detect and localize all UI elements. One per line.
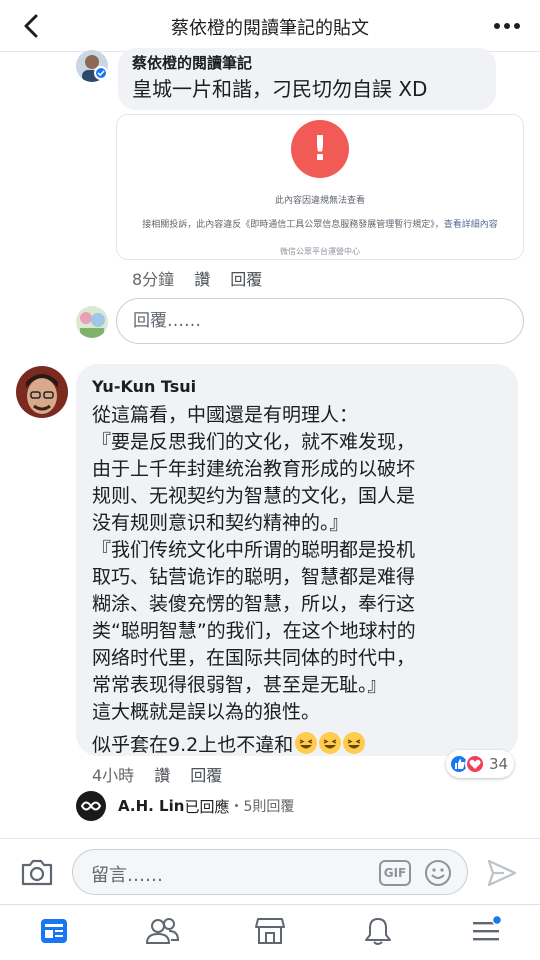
comment-line: 没有规则意识和契约精神的。』 <box>92 512 349 534</box>
verified-badge-icon <box>94 66 108 80</box>
comment-line: 网络时代里，在国际共同体的时代中， <box>92 647 416 669</box>
reply-input[interactable]: 回覆…… <box>116 298 524 344</box>
bottom-nav <box>0 904 540 960</box>
reply-button[interactable]: 回覆 <box>230 266 262 290</box>
comment-line: 這大概就是誤以為的狼性。 <box>92 701 321 723</box>
replied-label: 已回應 <box>184 797 230 816</box>
comment-line: 『要是反思我们的文化，就不难发现， <box>92 431 416 453</box>
comment-meta: 4小時 讚 回覆 <box>92 762 222 786</box>
comment-composer: 留言…… GIF <box>0 838 540 904</box>
nav-friends[interactable] <box>108 905 216 960</box>
camera-icon[interactable] <box>20 857 54 887</box>
laughing-emoji-icon <box>319 732 342 754</box>
notifications-icon <box>365 918 391 945</box>
nav-menu[interactable] <box>432 905 540 960</box>
reply-button[interactable]: 回覆 <box>190 762 222 786</box>
comment-line: 從這篇看，中國還是有明理人： <box>92 404 359 426</box>
comment-line: 取巧、钻营诡诈的聪明，智慧都是难得 <box>92 566 416 588</box>
current-user-avatar <box>76 306 108 338</box>
comment-placeholder: 留言…… <box>91 865 163 886</box>
comment-author[interactable]: Yu-Kun Tsui <box>92 372 502 402</box>
comment-line: 规则、无视契约为智慧的文化，国人是 <box>92 485 416 507</box>
avatar[interactable] <box>16 366 68 418</box>
emoji-icon[interactable] <box>423 858 453 888</box>
nav-marketplace[interactable] <box>216 905 324 960</box>
more-dots-icon[interactable] <box>492 14 522 38</box>
comment-line: 常常表现得很弱智，甚至是无耻。』 <box>92 674 387 696</box>
nav-news-feed[interactable] <box>0 905 108 960</box>
reply-count: ・5則回覆 <box>229 799 295 815</box>
replier-avatar <box>76 791 106 821</box>
friends-icon <box>145 918 179 944</box>
blocked-notice: 此內容因違規無法查看 <box>274 196 365 206</box>
blocked-detail: 接相關投訴，此內容違反《即時通信工具公眾信息服務發展管理暫行規定》，查看詳細內容 <box>121 217 519 230</box>
comment-line: 『我们传统文化中所谓的聪明都是投机 <box>92 539 416 561</box>
replier-name: A.H. Lin <box>118 797 185 815</box>
reactions-summary[interactable]: 34 <box>446 750 515 778</box>
comment-time: 4小時 <box>92 766 135 785</box>
blocked-footer: 微信公眾平台運營中心 <box>280 247 360 256</box>
comment-line: 由于上千年封建统治教育形成的以破坏 <box>92 458 416 480</box>
menu-icon <box>473 915 502 941</box>
comment-line: 糊涂、装傻充愣的智慧，所以，奉行这 <box>92 593 416 615</box>
reply-time: 8分鐘 <box>132 270 175 289</box>
love-reaction-icon <box>465 754 485 774</box>
comment-bubble[interactable]: Yu-Kun Tsui 從這篇看，中國還是有明理人： 『要是反思我们的文化，就不… <box>76 364 518 756</box>
alert-icon: ! <box>291 120 349 178</box>
details-link[interactable]: 查看詳細內容 <box>444 220 498 230</box>
comment-last-line: 似乎套在9.2上也不違和 <box>92 734 294 756</box>
send-icon[interactable] <box>486 857 518 889</box>
view-replies-link[interactable]: A.H. Lin 已回應 ・5則回覆 <box>76 790 294 822</box>
like-button[interactable]: 讚 <box>194 266 210 290</box>
blocked-link-preview[interactable]: ! 此內容因違規無法查看 接相關投訴，此內容違反《即時通信工具公眾信息服務發展管… <box>116 114 524 260</box>
page-title: 蔡依橙的閱讀筆記的貼文 <box>171 18 369 39</box>
reply-meta: 8分鐘 讚 回覆 <box>132 266 262 290</box>
nav-notifications[interactable] <box>324 905 432 960</box>
like-button[interactable]: 讚 <box>154 762 170 786</box>
reply-text: 皇城一片和諧，刁民切勿自誤 XD <box>132 77 428 101</box>
back-arrow-icon[interactable] <box>18 12 46 40</box>
reply-author[interactable]: 蔡依橙的閱讀筆記 <box>132 52 482 74</box>
comment-line: 类“聪明智慧”的我们，在这个地球村的 <box>92 620 416 642</box>
comment-input[interactable]: 留言…… GIF <box>72 849 468 895</box>
reply-bubble[interactable]: 蔡依橙的閱讀筆記 皇城一片和諧，刁民切勿自誤 XD <box>118 48 496 110</box>
top-bar: 蔡依橙的閱讀筆記的貼文 <box>0 0 540 52</box>
blocked-detail-text: 接相關投訴，此內容違反《即時通信工具公眾信息服務發展管理暫行規定》， <box>142 220 444 230</box>
reaction-count: 34 <box>489 755 509 773</box>
comment-text: 從這篇看，中國還是有明理人： 『要是反思我们的文化，就不难发现， 由于上千年封建… <box>92 402 502 759</box>
marketplace-icon <box>255 918 285 944</box>
news-feed-icon <box>41 919 67 943</box>
gif-icon[interactable]: GIF <box>379 860 411 886</box>
laughing-emoji-icon <box>343 732 366 754</box>
laughing-emoji-icon <box>295 732 318 754</box>
comment-line: 似乎套在9.2上也不違和 <box>92 732 502 759</box>
